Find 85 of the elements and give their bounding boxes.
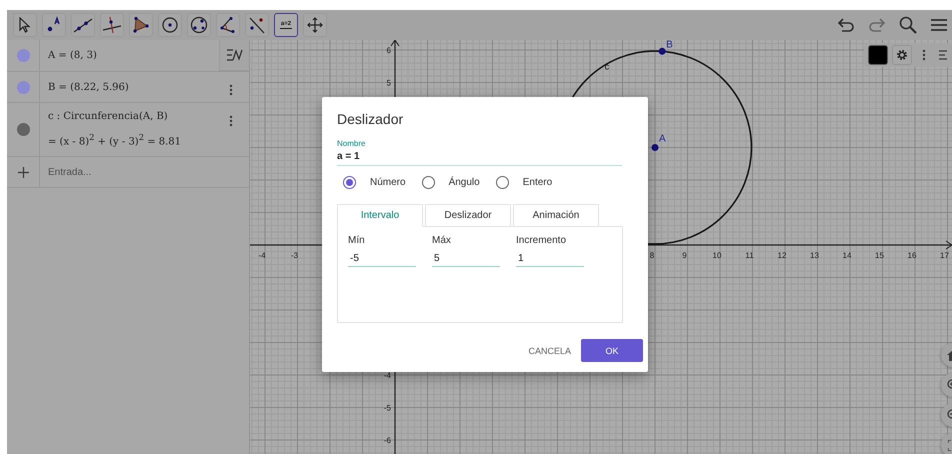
color-button[interactable] xyxy=(868,45,888,65)
settings-icon xyxy=(896,49,908,61)
axis-label: 11 xyxy=(745,251,754,260)
undo-icon xyxy=(837,18,855,32)
axis-label: 13 xyxy=(810,251,819,260)
type-radio[interactable]: Número xyxy=(343,176,406,189)
tool-button[interactable] xyxy=(71,13,95,37)
dialog-tab[interactable]: Animación xyxy=(513,204,599,227)
perpendicular-icon xyxy=(102,16,122,34)
lines-icon xyxy=(939,50,949,60)
tool-button[interactable] xyxy=(245,13,269,37)
reflect-icon xyxy=(248,16,266,34)
point-marker xyxy=(652,144,658,151)
axis-label: -6 xyxy=(384,436,391,445)
axis-label: 16 xyxy=(908,251,916,260)
point-marker xyxy=(658,48,666,55)
radio-label: Ángulo xyxy=(448,177,480,188)
axis-label: -4 xyxy=(384,371,391,380)
dialog-tab[interactable]: Intervalo xyxy=(337,204,423,227)
line-icon xyxy=(73,16,93,34)
name-field[interactable]: Nombre a = 1 xyxy=(337,139,622,166)
input-field[interactable]: -5 xyxy=(348,253,416,267)
curve-label: c xyxy=(604,62,610,72)
triangle-icon xyxy=(132,16,150,34)
radio-circle[interactable] xyxy=(496,176,509,189)
tool-button[interactable] xyxy=(13,13,37,37)
settings-button[interactable] xyxy=(892,45,912,65)
tool-button[interactable] xyxy=(129,13,153,37)
axis-label: 12 xyxy=(778,251,786,260)
axis-label: 14 xyxy=(842,251,852,260)
axis-label: 9 xyxy=(682,251,687,260)
menu-icon xyxy=(931,18,947,32)
tool-button[interactable] xyxy=(303,13,327,37)
type-radio[interactable]: Ángulo xyxy=(422,176,480,189)
more-icon xyxy=(229,84,233,96)
object-definition: A = (8, 3) xyxy=(48,50,98,61)
input-field[interactable]: 1 xyxy=(516,253,584,267)
object-dot[interactable] xyxy=(16,123,30,136)
axis-label: 5 xyxy=(386,78,391,88)
axis-label: 15 xyxy=(875,251,884,260)
algebra-style-button[interactable] xyxy=(219,40,249,71)
object-definition: B = (8.22, 5.96) xyxy=(48,82,130,92)
object-dot[interactable] xyxy=(16,49,30,62)
tool-button[interactable] xyxy=(187,13,211,37)
circle-icon xyxy=(161,16,179,34)
field-label: Incremento xyxy=(516,235,568,246)
axis-label: 10 xyxy=(712,251,722,260)
more-icon xyxy=(229,115,233,127)
input-field[interactable]: Entrada... xyxy=(40,157,249,187)
angle-icon xyxy=(219,16,237,34)
tool-button[interactable] xyxy=(158,13,182,37)
algebra-description-icon xyxy=(226,49,242,61)
ok-button[interactable]: OK xyxy=(581,339,643,362)
dialog-tab[interactable]: Deslizador xyxy=(425,204,511,227)
point-label: B xyxy=(666,40,673,50)
point-label: A xyxy=(659,134,666,144)
radio-circle[interactable] xyxy=(343,176,356,189)
tool-button[interactable] xyxy=(100,13,124,37)
more-icon xyxy=(922,49,926,61)
radio-label: Número xyxy=(370,177,406,188)
redo-icon xyxy=(868,18,886,32)
radio-circle[interactable] xyxy=(422,176,435,189)
plus-icon xyxy=(18,166,28,178)
object-definition: c : Circunferencia(A, B) xyxy=(48,111,169,122)
pointer-icon xyxy=(18,17,32,33)
input-field[interactable]: 5 xyxy=(432,253,500,267)
field-label: Máx xyxy=(432,235,452,246)
move-icon xyxy=(307,17,323,33)
field-label: Mín xyxy=(348,235,366,246)
axis-label: 8 xyxy=(650,251,654,260)
search-icon xyxy=(899,16,917,34)
axis-label: -3 xyxy=(290,251,298,260)
circle-icon xyxy=(190,16,208,34)
object-value: = (x - 8)$^{2}$ + (y - 3)$^{2}$ = 8.81 xyxy=(48,132,182,148)
axis-label: 17 xyxy=(940,251,949,260)
object-dot[interactable] xyxy=(16,80,30,94)
radio-label: Entero xyxy=(522,177,552,188)
dialog-title: Deslizador xyxy=(337,111,404,127)
tool-button[interactable] xyxy=(42,13,66,37)
axis-label: 6 xyxy=(386,46,391,55)
axis-label: -5 xyxy=(384,404,391,412)
axis-label: -4 xyxy=(258,251,266,260)
tool-button[interactable] xyxy=(216,13,240,37)
cancel-button[interactable]: CANCELA xyxy=(528,339,571,362)
type-radio[interactable]: Entero xyxy=(496,176,552,189)
